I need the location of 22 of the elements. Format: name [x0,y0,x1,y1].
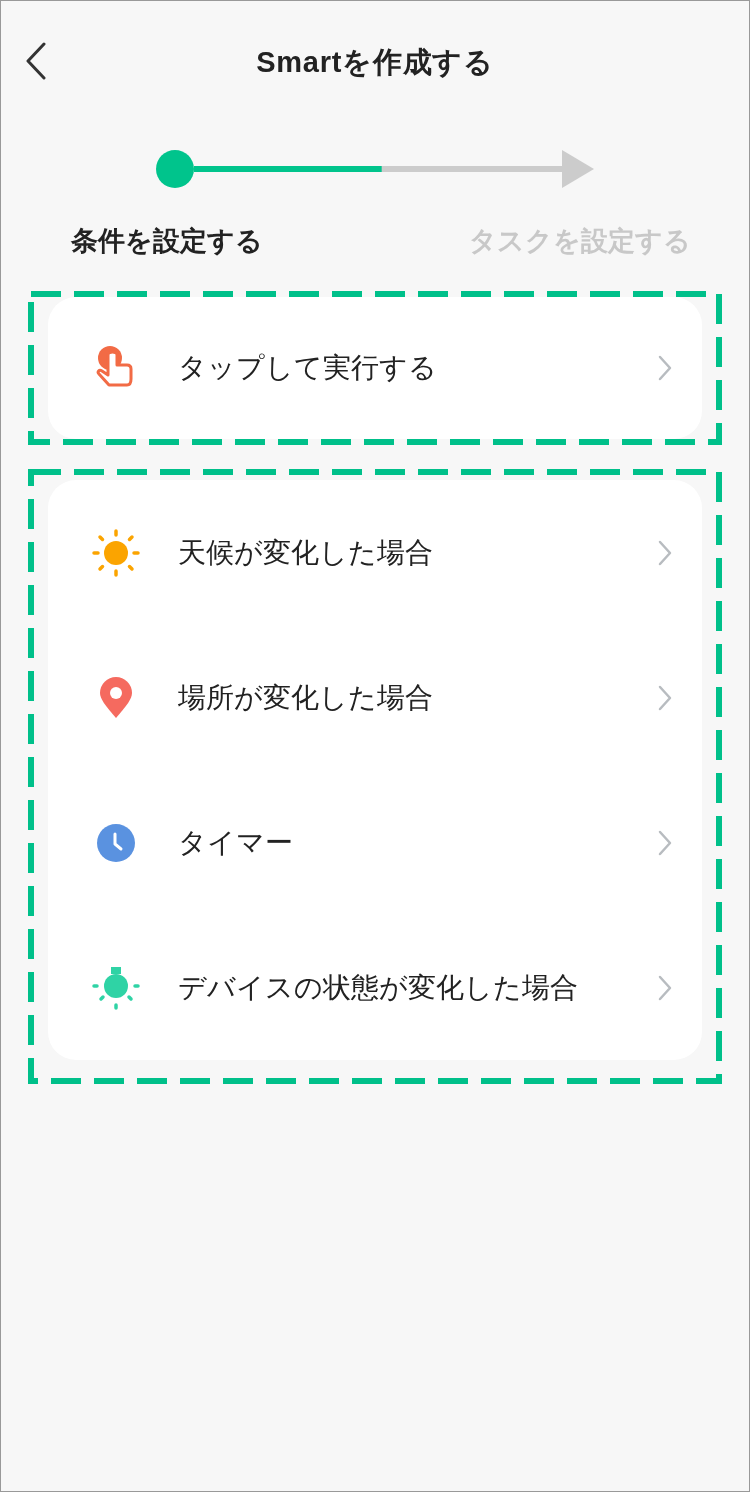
chevron-right-icon [658,355,672,381]
sun-icon [92,528,140,577]
bulb-icon [92,965,140,1010]
page-title: Smartを作成する [256,45,494,81]
chevron-right-icon [658,974,672,1001]
option-label: デバイスの状態が変化した場合 [178,970,579,1005]
progress-dot [156,150,194,188]
chevron-right-icon [658,539,672,566]
step-label: 条件を設定する [71,224,263,258]
option-row[interactable]: タイマー [48,770,702,915]
option-row[interactable]: デバイスの状態が変化した場合 [48,915,702,1060]
option-row[interactable]: 天候が変化した場合 [48,480,702,625]
option-label: タップして実行する [178,351,438,385]
option-label: 場所が変化した場合 [178,680,434,715]
chevron-right-icon [658,829,672,856]
back-icon [25,42,47,80]
option-row[interactable]: 場所が変化した場合 [48,625,702,770]
option-label: タイマー [178,825,294,860]
option-label: 天候が変化した場合 [178,535,434,570]
chevron-right-icon [658,684,672,711]
clock-icon [96,822,136,863]
location-pin-icon [99,676,133,719]
